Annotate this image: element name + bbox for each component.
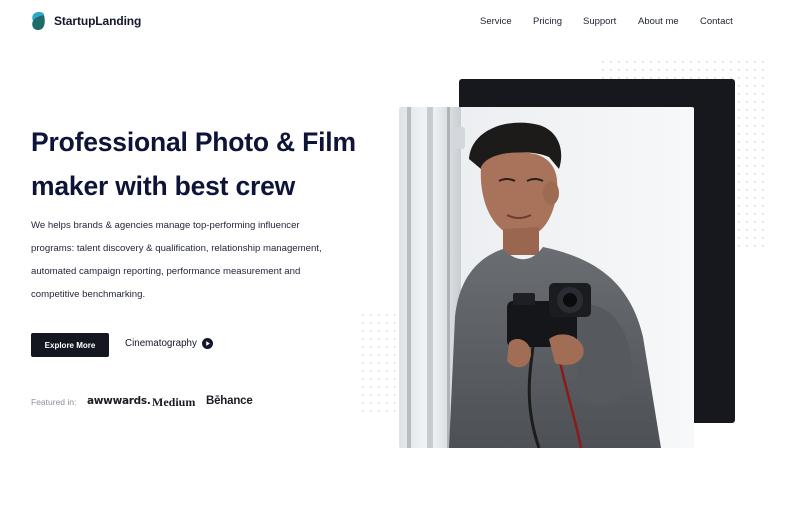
awwwards-logo: awwwards. bbox=[87, 395, 151, 407]
hero-title-line-1: Professional Photo & Film bbox=[31, 127, 356, 157]
nav-item-service[interactable]: Service bbox=[480, 16, 512, 27]
hero-title: Professional Photo & Film maker with bes… bbox=[31, 120, 391, 208]
hero-description: We helps brands & agencies manage top-pe… bbox=[31, 214, 351, 306]
explore-more-button[interactable]: Explore More bbox=[31, 333, 109, 357]
hero-description-line: programs: talent discovery & qualificati… bbox=[31, 243, 322, 254]
hero-description-line: We helps brands & agencies manage top-pe… bbox=[31, 220, 300, 231]
featured-label: Featured in: bbox=[31, 397, 77, 407]
medium-logo: Medium bbox=[152, 395, 196, 409]
nav-item-about-me[interactable]: About me bbox=[638, 16, 679, 27]
cinematography-label: Cinematography bbox=[125, 338, 197, 349]
nav-item-contact[interactable]: Contact bbox=[700, 16, 733, 27]
hero-title-line-2: maker with best crew bbox=[31, 171, 296, 201]
behance-logo: Bēhance bbox=[206, 395, 253, 407]
hero-photo bbox=[399, 107, 694, 448]
hero-description-line: competitive benchmarking. bbox=[31, 289, 146, 300]
main-nav: Service Pricing Support About me Contact bbox=[0, 16, 793, 30]
cinematography-link[interactable]: Cinematography bbox=[125, 338, 213, 349]
hero-description-line: automated campaign reporting, performanc… bbox=[31, 266, 301, 277]
nav-item-pricing[interactable]: Pricing bbox=[533, 16, 562, 27]
nav-item-support[interactable]: Support bbox=[583, 16, 616, 27]
play-circle-icon bbox=[201, 338, 213, 349]
